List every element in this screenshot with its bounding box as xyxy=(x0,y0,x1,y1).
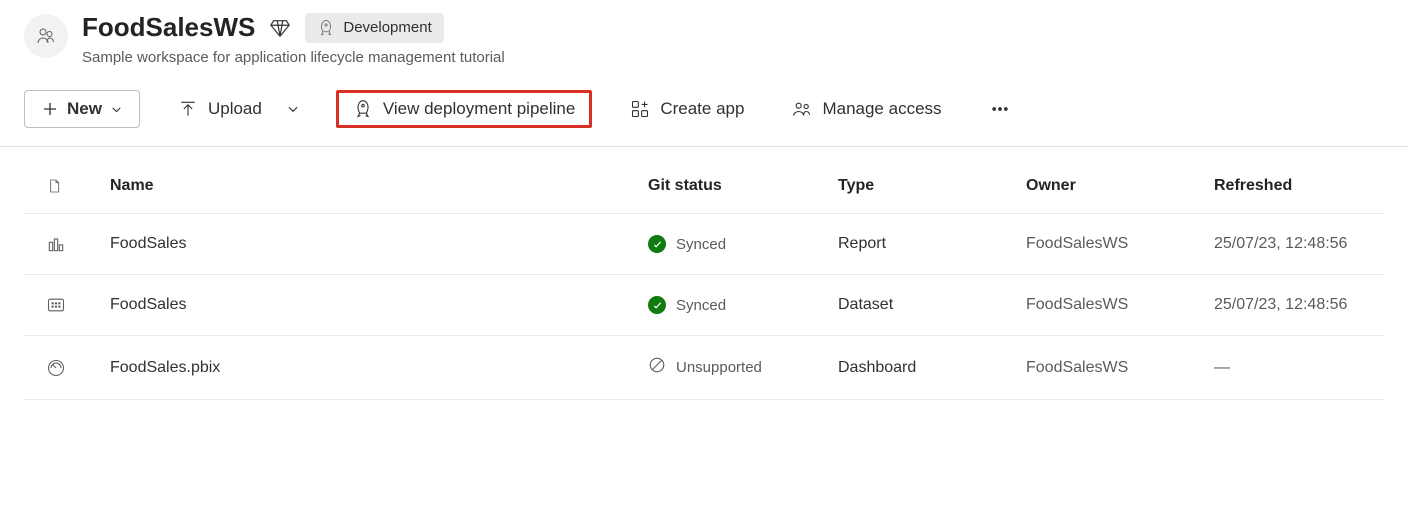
upload-icon xyxy=(178,99,198,119)
git-status-icon xyxy=(648,235,666,253)
item-type-header-icon xyxy=(46,178,110,194)
item-type: Dashboard xyxy=(838,359,1026,377)
item-name: FoodSales xyxy=(110,235,648,253)
table-row[interactable]: FoodSales.pbix Unsupported Dashboard Foo… xyxy=(24,336,1385,400)
workspace-title: FoodSalesWS xyxy=(82,12,255,43)
item-refreshed: 25/07/23, 12:48:56 xyxy=(1214,296,1363,314)
git-status-icon xyxy=(648,296,666,314)
upload-button[interactable]: Upload xyxy=(168,91,272,127)
deployment-stage-tag[interactable]: Development xyxy=(305,13,443,43)
item-type-icon xyxy=(46,234,110,254)
more-horizontal-icon xyxy=(990,99,1010,119)
workspace-avatar-icon xyxy=(24,14,68,58)
item-type: Report xyxy=(838,235,1026,253)
more-options-button[interactable] xyxy=(980,91,1020,127)
manage-access-button[interactable]: Manage access xyxy=(782,91,951,127)
item-type-icon xyxy=(46,358,110,378)
workspace-subtitle: Sample workspace for application lifecyc… xyxy=(82,49,1385,66)
item-type: Dataset xyxy=(838,296,1026,314)
view-deployment-pipeline-button[interactable]: View deployment pipeline xyxy=(336,90,592,128)
item-owner: FoodSalesWS xyxy=(1026,296,1214,314)
refreshed-column-header[interactable]: Refreshed xyxy=(1214,177,1363,195)
create-app-button[interactable]: Create app xyxy=(620,91,754,127)
table-header-row: Name Git status Type Owner Refreshed xyxy=(24,147,1385,214)
upload-dropdown-button[interactable] xyxy=(278,94,308,124)
rocket-icon xyxy=(353,99,373,119)
people-icon xyxy=(792,99,812,119)
workspace-header: FoodSalesWS Development Sample workspace… xyxy=(0,0,1409,82)
rocket-icon xyxy=(317,19,335,37)
chevron-down-icon xyxy=(110,103,123,116)
git-status-text: Unsupported xyxy=(676,359,762,376)
item-type-icon xyxy=(46,295,110,315)
item-refreshed: — xyxy=(1214,359,1363,377)
git-status-text: Synced xyxy=(676,297,726,314)
owner-column-header[interactable]: Owner xyxy=(1026,177,1214,195)
type-column-header[interactable]: Type xyxy=(838,177,1026,195)
new-button[interactable]: New xyxy=(24,90,140,128)
item-refreshed: 25/07/23, 12:48:56 xyxy=(1214,235,1363,253)
table-row[interactable]: FoodSales Synced Report FoodSalesWS 25/0… xyxy=(24,214,1385,275)
item-owner: FoodSalesWS xyxy=(1026,359,1214,377)
item-name: FoodSales xyxy=(110,296,648,314)
item-owner: FoodSalesWS xyxy=(1026,235,1214,253)
toolbar: New Upload View deployment pipeline Crea… xyxy=(0,82,1409,147)
name-column-header[interactable]: Name xyxy=(110,177,648,195)
chevron-down-icon xyxy=(286,102,300,116)
git-status-column-header[interactable]: Git status xyxy=(648,177,838,195)
premium-diamond-icon xyxy=(269,17,291,39)
create-app-icon xyxy=(630,99,650,119)
git-status-icon xyxy=(648,356,666,379)
item-name: FoodSales.pbix xyxy=(110,359,648,377)
stage-label: Development xyxy=(343,19,431,36)
items-table: Name Git status Type Owner Refreshed Foo… xyxy=(0,147,1409,400)
plus-icon xyxy=(41,100,59,118)
git-status-text: Synced xyxy=(676,236,726,253)
table-row[interactable]: FoodSales Synced Dataset FoodSalesWS 25/… xyxy=(24,275,1385,336)
